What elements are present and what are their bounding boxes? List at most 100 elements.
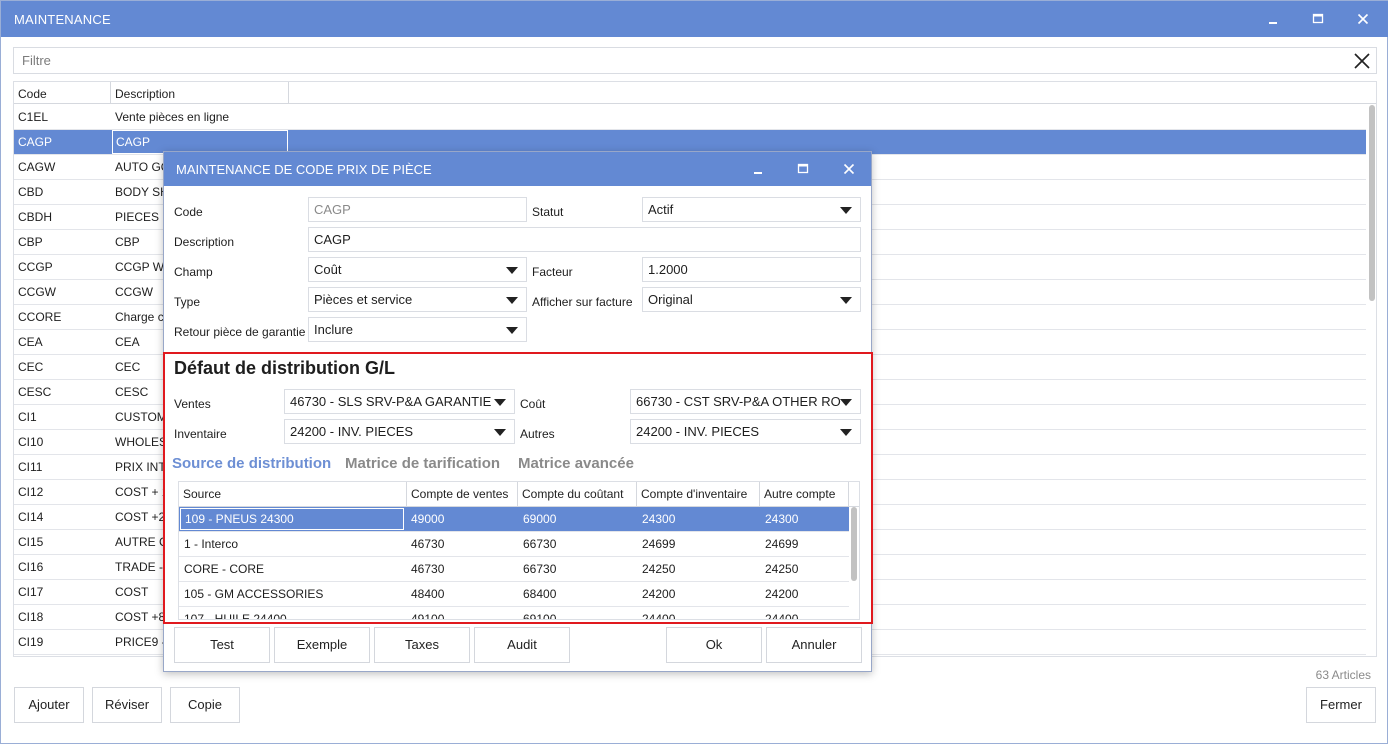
cell-code: CI19 [18,635,44,649]
dialog-minimize-button[interactable] [748,159,768,179]
cell-ventes: 48400 [411,587,445,601]
close-main-button[interactable]: Fermer [1306,687,1376,723]
cell-code: CI14 [18,510,44,524]
distribution-row[interactable]: 105 - GM ACCESSORIES 48400 68400 24200 24200 [179,582,849,607]
grid-scrollbar[interactable] [1367,105,1376,656]
dialog-title: MAINTENANCE DE CODE PRIX DE PIÈCE [176,162,432,177]
distribution-row[interactable]: 107 - HUILE 24400 49100 69100 24400 24400 [179,607,849,620]
cell-code: CBDH [18,210,53,224]
inventaire-select[interactable]: 24200 - INV. PIECES [284,419,515,444]
ok-button[interactable]: Ok [666,627,762,663]
cell-source: 107 - HUILE 24400 [184,612,287,620]
cell-code: CI17 [18,585,44,599]
table-row[interactable]: C1EL Vente pièces en ligne [14,105,1366,130]
article-count: 63 Articles [1315,668,1371,682]
cell-description: COST [115,585,149,599]
cell-code: CBP [18,235,43,249]
statut-select[interactable]: Actif [642,197,861,222]
cell-ventes: 46730 [411,562,445,576]
scrollbar-thumb[interactable] [851,507,857,581]
cell-inventaire: 24300 [642,512,676,526]
cell-autre: 24250 [765,562,799,576]
cell-description: TRADE -5 [115,560,170,574]
retour-label: Retour pièce de garantie [174,325,306,339]
column-header-description[interactable]: Description [111,82,289,104]
filter-input[interactable] [14,48,1344,73]
maximize-icon [1312,13,1324,24]
add-button[interactable]: Ajouter [14,687,84,723]
cancel-button[interactable]: Annuler [766,627,862,663]
cell-code: CI1 [18,410,37,424]
cell-ventes: 46730 [411,537,445,551]
column-header-coutant[interactable]: Compte du coûtant [518,482,637,506]
cell-code: CI18 [18,610,44,624]
facteur-label: Facteur [532,265,573,279]
cell-inventaire: 24250 [642,562,676,576]
distribution-scrollbar[interactable] [849,507,859,619]
description-field[interactable]: CAGP [308,227,861,252]
cell-code: CI12 [18,485,44,499]
taxes-button[interactable]: Taxes [374,627,470,663]
cell-code: CCGW [18,285,56,299]
cell-description: CESC [115,385,149,399]
close-button[interactable] [1353,9,1373,29]
cout-select[interactable]: 66730 - CST SRV-P&A OTHER RO [630,389,861,414]
maximize-button[interactable] [1308,9,1328,29]
cell-description: CBP [115,235,140,249]
type-select[interactable]: Pièces et service [308,287,527,312]
dialog-close-button[interactable] [839,159,859,179]
column-header-ventes[interactable]: Compte de ventes [407,482,518,506]
column-header-autre[interactable]: Autre compte [760,482,849,506]
cell-description: CCGW [115,285,153,299]
cell-inventaire: 24200 [642,587,676,601]
scrollbar-thumb[interactable] [1369,105,1375,301]
facteur-field[interactable]: 1.2000 [642,257,861,282]
cell-code: CAGP [18,135,53,149]
autres-select[interactable]: 24200 - INV. PIECES [630,419,861,444]
test-button[interactable]: Test [174,627,270,663]
ventes-label: Ventes [174,397,211,411]
tab-source-distribution[interactable]: Source de distribution [172,455,331,472]
inventaire-label: Inventaire [174,427,227,441]
column-header-code[interactable]: Code [14,82,111,104]
close-icon [1354,53,1370,69]
copy-button[interactable]: Copie [170,687,240,723]
column-header-source[interactable]: Source [179,482,407,506]
minimize-icon [1269,22,1277,24]
dialog-maximize-button[interactable] [793,159,813,179]
cell-autre: 24400 [765,612,799,620]
autres-label: Autres [520,427,555,441]
column-header-inventaire[interactable]: Compte d'inventaire [637,482,760,506]
cell-coutant: 69000 [523,512,557,526]
retour-select[interactable]: Inclure [308,317,527,342]
example-button[interactable]: Exemple [274,627,370,663]
cell-source: 109 - PNEUS 24300 [180,508,404,530]
distribution-row[interactable]: CORE - CORE 46730 66730 24250 24250 [179,557,849,582]
champ-select[interactable]: Coût [308,257,527,282]
revise-button[interactable]: Réviser [92,687,162,723]
distribution-row[interactable]: 1 - Interco 46730 66730 24699 24699 [179,532,849,557]
afficher-select[interactable]: Original [642,287,861,312]
filter-clear-button[interactable] [1352,51,1372,71]
cell-autre: 24699 [765,537,799,551]
cell-code: CEA [18,335,43,349]
code-field[interactable]: CAGP [308,197,527,222]
cell-inventaire: 24400 [642,612,676,620]
cell-source: CORE - CORE [184,562,265,576]
ventes-select[interactable]: 46730 - SLS SRV-P&A GARANTIE [284,389,515,414]
tab-matrice-avancee[interactable]: Matrice avancée [518,455,634,472]
filter-bar [13,47,1377,74]
minimize-button[interactable] [1263,9,1283,29]
cell-source: 105 - GM ACCESSORIES [184,587,324,601]
cell-code: CI15 [18,535,44,549]
cell-coutant: 66730 [523,537,557,551]
cell-autre: 24200 [765,587,799,601]
audit-button[interactable]: Audit [474,627,570,663]
cell-code: CI10 [18,435,44,449]
cell-description: CUSTOM [115,410,167,424]
cell-code: CI16 [18,560,44,574]
tab-matrice-tarification[interactable]: Matrice de tarification [345,455,500,472]
distribution-row[interactable]: 109 - PNEUS 24300 49000 69000 24300 24300 [179,507,849,532]
cout-label: Coût [520,397,546,411]
window-title: MAINTENANCE [14,12,111,27]
